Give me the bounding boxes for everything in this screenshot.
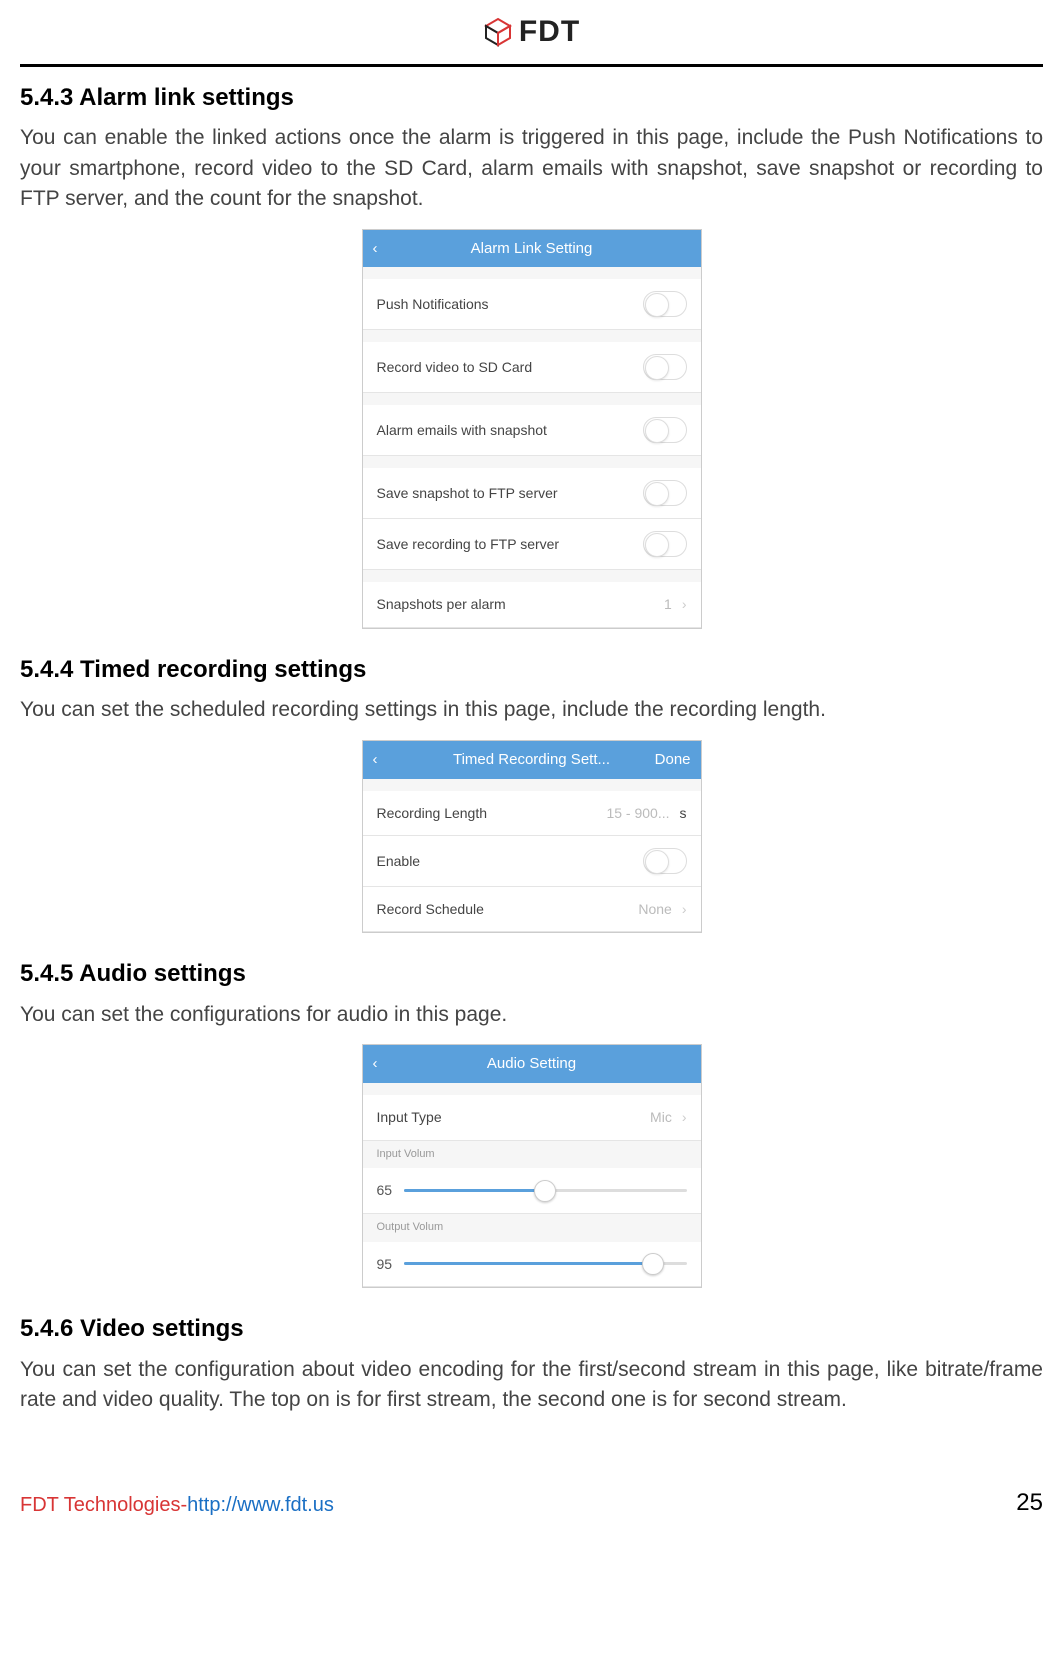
row-label: Recording Length bbox=[377, 803, 488, 823]
slider-thumb-icon[interactable] bbox=[642, 1253, 664, 1275]
spacer bbox=[363, 570, 701, 582]
row-label: Input Type bbox=[377, 1107, 442, 1127]
spacer bbox=[363, 779, 701, 791]
slider-thumb-icon[interactable] bbox=[534, 1180, 556, 1202]
screenshot-audio-setting: ‹ Audio Setting Input Type Mic › Input V… bbox=[362, 1044, 702, 1288]
screen-title: Timed Recording Sett... bbox=[453, 749, 610, 771]
row-record-sd[interactable]: Record video to SD Card bbox=[363, 342, 701, 393]
screen-header: ‹ Alarm Link Setting bbox=[363, 230, 701, 268]
row-enable[interactable]: Enable bbox=[363, 836, 701, 887]
slider-value: 65 bbox=[377, 1180, 393, 1200]
row-label: Push Notifications bbox=[377, 294, 489, 314]
row-label: Snapshots per alarm bbox=[377, 594, 506, 614]
done-button[interactable]: Done bbox=[655, 749, 691, 771]
company-url: http://www.fdt.us bbox=[187, 1494, 334, 1516]
row-label: Record Schedule bbox=[377, 899, 484, 919]
logo-icon bbox=[483, 17, 513, 47]
body-video-settings: You can set the configuration about vide… bbox=[20, 1355, 1043, 1416]
screen-header: ‹ Audio Setting bbox=[363, 1045, 701, 1083]
row-label: Alarm emails with snapshot bbox=[377, 420, 547, 440]
row-record-schedule[interactable]: Record Schedule None › bbox=[363, 887, 701, 932]
row-label: Enable bbox=[377, 851, 421, 871]
footer-left: FDT Technologies-http://www.fdt.us bbox=[20, 1491, 334, 1520]
spacer bbox=[363, 393, 701, 405]
row-input-type[interactable]: Input Type Mic › bbox=[363, 1095, 701, 1140]
page-footer: FDT Technologies-http://www.fdt.us 25 bbox=[20, 1486, 1043, 1551]
heading-timed-recording: 5.4.4 Timed recording settings bbox=[20, 653, 1043, 688]
screen-title: Alarm Link Setting bbox=[471, 238, 593, 260]
spacer bbox=[363, 1083, 701, 1095]
brand-text: FDT bbox=[519, 10, 580, 54]
spacer bbox=[363, 330, 701, 342]
company-name: FDT Technologies- bbox=[20, 1494, 187, 1516]
screen-title: Audio Setting bbox=[487, 1053, 576, 1075]
slider-track[interactable] bbox=[404, 1262, 686, 1265]
body-audio-settings: You can set the configurations for audio… bbox=[20, 1000, 1043, 1030]
brand-logo: FDT bbox=[483, 10, 580, 54]
row-save-snap-ftp[interactable]: Save snapshot to FTP server bbox=[363, 468, 701, 519]
slider-track[interactable] bbox=[404, 1189, 686, 1192]
page-number: 25 bbox=[1016, 1486, 1043, 1521]
unit-text: s bbox=[680, 803, 687, 823]
toggle-icon[interactable] bbox=[643, 531, 687, 557]
heading-video-settings: 5.4.6 Video settings bbox=[20, 1312, 1043, 1347]
toggle-icon[interactable] bbox=[643, 480, 687, 506]
chevron-right-icon: › bbox=[682, 594, 687, 614]
row-value: 1 bbox=[664, 594, 672, 614]
chevron-right-icon: › bbox=[682, 899, 687, 919]
spacer bbox=[363, 456, 701, 468]
row-label: Save snapshot to FTP server bbox=[377, 483, 558, 503]
slider-output-volum[interactable]: 95 bbox=[363, 1242, 701, 1287]
row-value: Mic bbox=[650, 1107, 672, 1127]
page-header: FDT bbox=[20, 0, 1043, 67]
row-push-notifications[interactable]: Push Notifications bbox=[363, 279, 701, 330]
back-icon[interactable]: ‹ bbox=[373, 1053, 378, 1075]
row-value: None bbox=[638, 899, 671, 919]
row-label: Record video to SD Card bbox=[377, 357, 533, 377]
body-alarm-link: You can enable the linked actions once t… bbox=[20, 123, 1043, 214]
toggle-icon[interactable] bbox=[643, 417, 687, 443]
screenshot-timed-recording: ‹ Timed Recording Sett... Done Recording… bbox=[362, 740, 702, 933]
body-timed-recording: You can set the scheduled recording sett… bbox=[20, 695, 1043, 725]
label-input-volum: Input Volum bbox=[363, 1141, 701, 1169]
toggle-icon[interactable] bbox=[643, 291, 687, 317]
heading-audio-settings: 5.4.5 Audio settings bbox=[20, 957, 1043, 992]
chevron-right-icon: › bbox=[682, 1107, 687, 1127]
screenshot-alarm-link: ‹ Alarm Link Setting Push Notifications … bbox=[362, 229, 702, 629]
spacer bbox=[363, 267, 701, 279]
heading-alarm-link: 5.4.3 Alarm link settings bbox=[20, 81, 1043, 116]
row-save-rec-ftp[interactable]: Save recording to FTP server bbox=[363, 519, 701, 570]
back-icon[interactable]: ‹ bbox=[373, 238, 378, 260]
row-alarm-email[interactable]: Alarm emails with snapshot bbox=[363, 405, 701, 456]
row-label: Save recording to FTP server bbox=[377, 534, 560, 554]
screen-header: ‹ Timed Recording Sett... Done bbox=[363, 741, 701, 779]
row-recording-length[interactable]: Recording Length 15 - 900... s bbox=[363, 791, 701, 836]
toggle-icon[interactable] bbox=[643, 848, 687, 874]
slider-value: 95 bbox=[377, 1254, 393, 1274]
toggle-icon[interactable] bbox=[643, 354, 687, 380]
label-output-volum: Output Volum bbox=[363, 1214, 701, 1242]
slider-input-volum[interactable]: 65 bbox=[363, 1168, 701, 1213]
row-snapshots-per-alarm[interactable]: Snapshots per alarm 1 › bbox=[363, 582, 701, 627]
placeholder-text: 15 - 900... bbox=[606, 803, 669, 823]
back-icon[interactable]: ‹ bbox=[373, 749, 378, 771]
